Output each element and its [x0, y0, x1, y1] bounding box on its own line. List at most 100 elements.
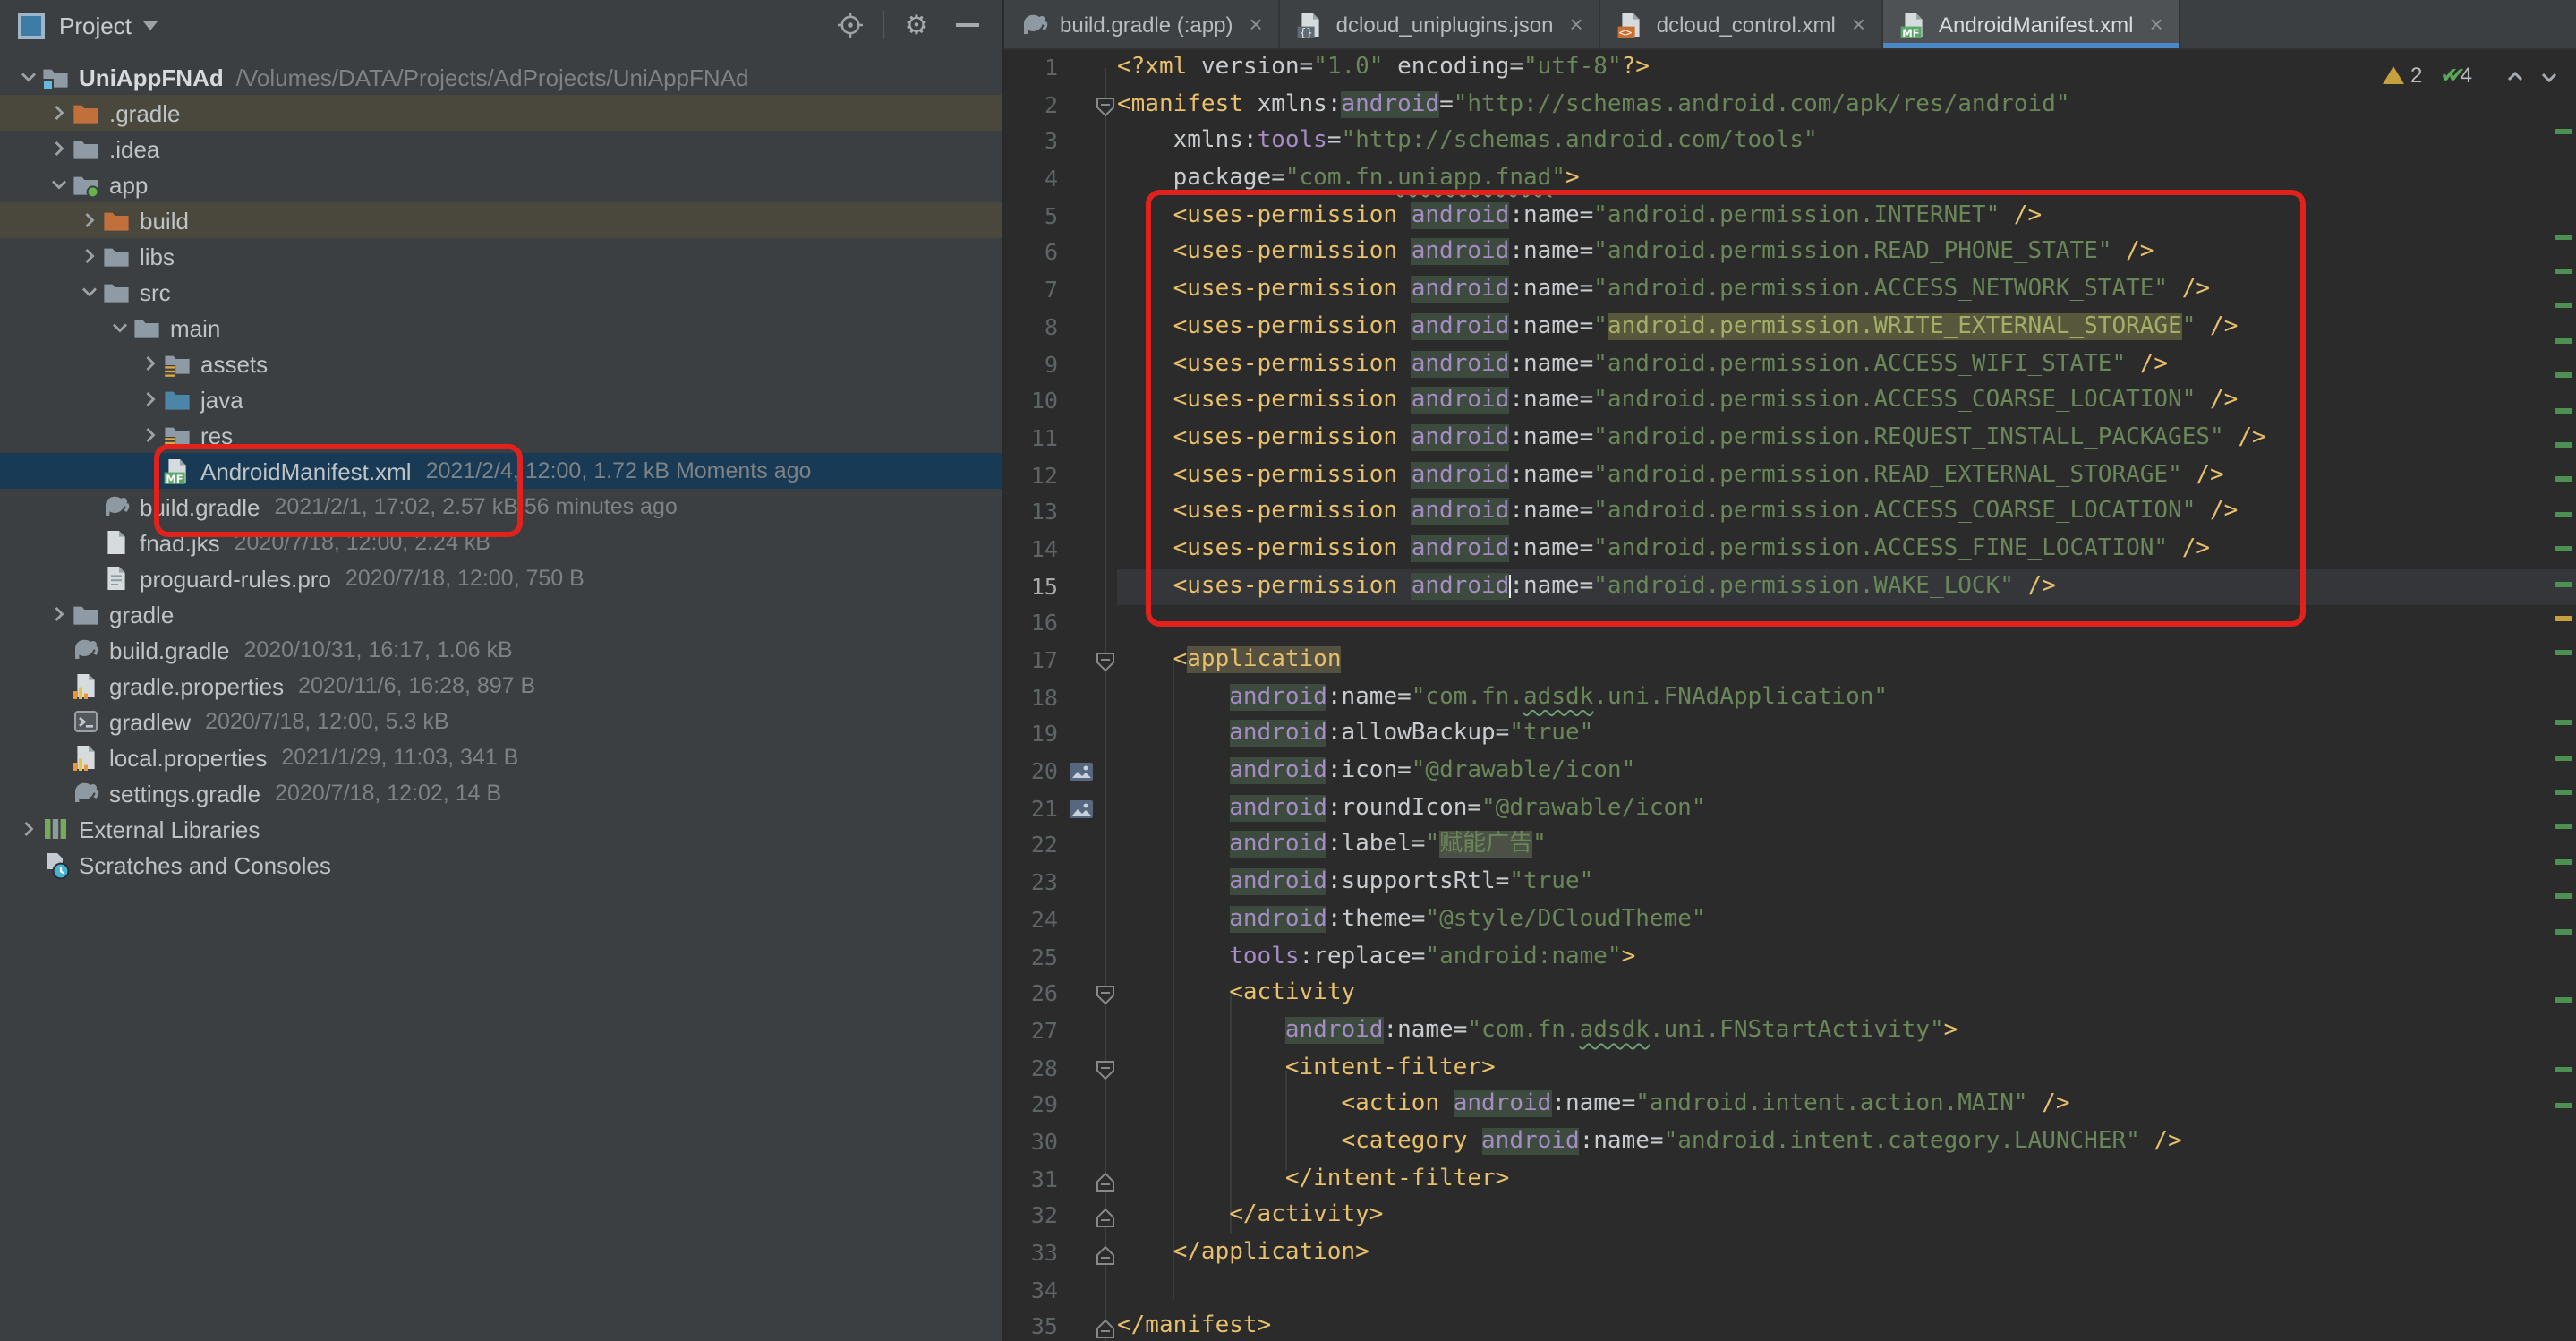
code-editor[interactable]: 1<?xml version="1.0" encoding="utf-8"?>2…: [1004, 50, 2576, 1341]
code-line-15[interactable]: 15 <uses-permission android:name="androi…: [1004, 568, 2576, 605]
stripe-change-mark[interactable]: [2555, 581, 2572, 586]
stripe-change-mark[interactable]: [2555, 1067, 2572, 1072]
tree-item-libs[interactable]: libs: [0, 238, 1002, 274]
code-line-31[interactable]: 31 </intent-filter>: [1004, 1161, 2576, 1198]
close-icon[interactable]: ×: [1852, 13, 1865, 36]
code-line-11[interactable]: 11 <uses-permission android:name="androi…: [1004, 421, 2576, 457]
code-line-32[interactable]: 32 </activity>: [1004, 1199, 2576, 1235]
chevron-right-icon[interactable]: [45, 134, 72, 163]
code-line-14[interactable]: 14 <uses-permission android:name="androi…: [1004, 532, 2576, 568]
code-line-5[interactable]: 5 <uses-permission android:name="android…: [1004, 199, 2576, 235]
stripe-change-mark[interactable]: [2555, 755, 2572, 760]
fold-end-icon[interactable]: [1096, 1199, 1117, 1235]
tree-item-build-gradle[interactable]: build.gradle2021/2/1, 17:02, 2.57 kB 56 …: [0, 489, 1002, 525]
code-line-33[interactable]: 33 </application>: [1004, 1235, 2576, 1272]
tab-build-gradle-app-[interactable]: build.gradle (:app)×: [1004, 0, 1281, 48]
next-issue-chevron-down-icon[interactable]: [2540, 66, 2558, 84]
close-icon[interactable]: ×: [1570, 13, 1583, 36]
tree-item-gradle-properties[interactable]: gradle.properties2020/11/6, 16:28, 897 B: [0, 668, 1002, 704]
code-line-22[interactable]: 22 android:label="赋能广告": [1004, 828, 2576, 865]
code-line-27[interactable]: 27 android:name="com.fn.adsdk.uni.FNStar…: [1004, 1013, 2576, 1050]
tree-item--gradle[interactable]: .gradle: [0, 95, 1002, 131]
code-line-12[interactable]: 12 <uses-permission android:name="androi…: [1004, 457, 2576, 494]
chevron-right-icon[interactable]: [136, 385, 163, 414]
chevron-right-icon[interactable]: [136, 349, 163, 378]
stripe-change-mark[interactable]: [2555, 859, 2572, 865]
chevron-right-icon[interactable]: [14, 815, 41, 843]
stripe-change-mark[interactable]: [2555, 651, 2572, 656]
stripe-change-mark[interactable]: [2555, 790, 2572, 795]
code-line-28[interactable]: 28 <intent-filter>: [1004, 1050, 2576, 1087]
fold-end-icon[interactable]: [1096, 1235, 1117, 1272]
stripe-change-mark[interactable]: [2555, 928, 2572, 934]
tree-item-proguard-rules-pro[interactable]: proguard-rules.pro2020/7/18, 12:00, 750 …: [0, 560, 1002, 596]
chevron-down-icon[interactable]: [144, 21, 158, 30]
code-line-21[interactable]: 21 android:roundIcon="@drawable/icon": [1004, 791, 2576, 828]
stripe-change-mark[interactable]: [2555, 824, 2572, 830]
fold-start-icon[interactable]: [1096, 976, 1117, 1012]
code-line-29[interactable]: 29 <action android:name="android.intent.…: [1004, 1088, 2576, 1124]
stripe-change-mark[interactable]: [2555, 998, 2572, 1004]
code-line-6[interactable]: 6 <uses-permission android:name="android…: [1004, 235, 2576, 272]
code-line-25[interactable]: 25 tools:replace="android:name">: [1004, 939, 2576, 976]
inspection-widget[interactable]: 2 ✔✔ 4: [2382, 59, 2558, 91]
code-line-9[interactable]: 9 <uses-permission android:name="android…: [1004, 346, 2576, 383]
stripe-change-mark[interactable]: [2555, 372, 2572, 378]
code-line-23[interactable]: 23 android:supportsRtl="true": [1004, 865, 2576, 901]
code-line-19[interactable]: 19 android:allowBackup="true": [1004, 717, 2576, 754]
chevron-right-icon[interactable]: [75, 242, 102, 270]
stripe-change-mark[interactable]: [2555, 1102, 2572, 1107]
tab-dcloud-control-xml[interactable]: <>dcloud_control.xml×: [1601, 0, 1883, 48]
code-line-24[interactable]: 24 android:theme="@style/DCloudTheme": [1004, 902, 2576, 939]
chevron-down-icon[interactable]: [14, 63, 41, 91]
tree-item--idea[interactable]: .idea: [0, 131, 1002, 167]
code-line-10[interactable]: 10 <uses-permission android:name="androi…: [1004, 383, 2576, 420]
stripe-change-mark[interactable]: [2555, 234, 2572, 239]
code-line-26[interactable]: 26 <activity: [1004, 976, 2576, 1012]
hide-panel-icon[interactable]: [951, 9, 983, 41]
stripe-change-mark[interactable]: [2555, 303, 2572, 309]
stripe-change-mark[interactable]: [2555, 130, 2572, 135]
code-line-20[interactable]: 20 android:icon="@drawable/icon": [1004, 754, 2576, 790]
tree-item-gradle[interactable]: gradle: [0, 596, 1002, 632]
code-line-18[interactable]: 18 android:name="com.fn.adsdk.uni.FNAdAp…: [1004, 679, 2576, 716]
fold-start-icon[interactable]: [1096, 87, 1117, 124]
chevron-down-icon[interactable]: [106, 313, 132, 342]
tree-item-androidmanifest-xml[interactable]: MFAndroidManifest.xml2021/2/4, 12:00, 1.…: [0, 453, 1002, 489]
code-line-1[interactable]: 1<?xml version="1.0" encoding="utf-8"?>: [1004, 50, 2576, 87]
code-line-35[interactable]: 35</manifest>: [1004, 1310, 2576, 1341]
chevron-right-icon[interactable]: [45, 98, 72, 127]
stripe-change-mark[interactable]: [2555, 546, 2572, 551]
tab-androidmanifest-xml[interactable]: MFAndroidManifest.xml×: [1883, 0, 2181, 48]
fold-end-icon[interactable]: [1096, 1310, 1117, 1341]
stripe-change-mark[interactable]: [2555, 338, 2572, 344]
locate-icon[interactable]: [834, 9, 866, 41]
tree-item-src[interactable]: src: [0, 274, 1002, 310]
code-line-2[interactable]: 2<manifest xmlns:android="http://schemas…: [1004, 87, 2576, 124]
stripe-change-mark[interactable]: [2555, 893, 2572, 899]
tree-item-app[interactable]: app: [0, 167, 1002, 202]
code-line-13[interactable]: 13 <uses-permission android:name="androi…: [1004, 495, 2576, 532]
tree-item-res[interactable]: res: [0, 417, 1002, 453]
close-icon[interactable]: ×: [1249, 13, 1262, 36]
fold-start-icon[interactable]: [1096, 643, 1117, 679]
stripe-change-mark[interactable]: [2555, 407, 2572, 413]
code-line-34[interactable]: 34: [1004, 1272, 2576, 1309]
tree-item-scratches-and-consoles[interactable]: Scratches and Consoles: [0, 847, 1002, 883]
tab-dcloud-uniplugins-json[interactable]: {}dcloud_uniplugins.json×: [1281, 0, 1601, 48]
tree-item-settings-gradle[interactable]: settings.gradle2020/7/18, 12:02, 14 B: [0, 775, 1002, 811]
code-line-17[interactable]: 17 <application: [1004, 643, 2576, 679]
tree-item-assets[interactable]: assets: [0, 346, 1002, 381]
stripe-change-mark[interactable]: [2555, 512, 2572, 517]
error-stripe[interactable]: [2551, 50, 2576, 1341]
tree-item-fnad-jks[interactable]: fnad.jks2020/7/18, 12:00, 2.24 kB: [0, 525, 1002, 560]
close-icon[interactable]: ×: [2149, 13, 2162, 36]
code-line-30[interactable]: 30 <category android:name="android.inten…: [1004, 1124, 2576, 1161]
chevron-down-icon[interactable]: [45, 170, 72, 199]
tree-item-main[interactable]: main: [0, 310, 1002, 346]
prev-issue-chevron-up-icon[interactable]: [2506, 66, 2524, 84]
stripe-warning-mark[interactable]: [2555, 616, 2572, 621]
chevron-right-icon[interactable]: [75, 206, 102, 235]
tree-item-gradlew[interactable]: gradlew2020/7/18, 12:00, 5.3 kB: [0, 704, 1002, 739]
tree-item-build[interactable]: build: [0, 202, 1002, 238]
